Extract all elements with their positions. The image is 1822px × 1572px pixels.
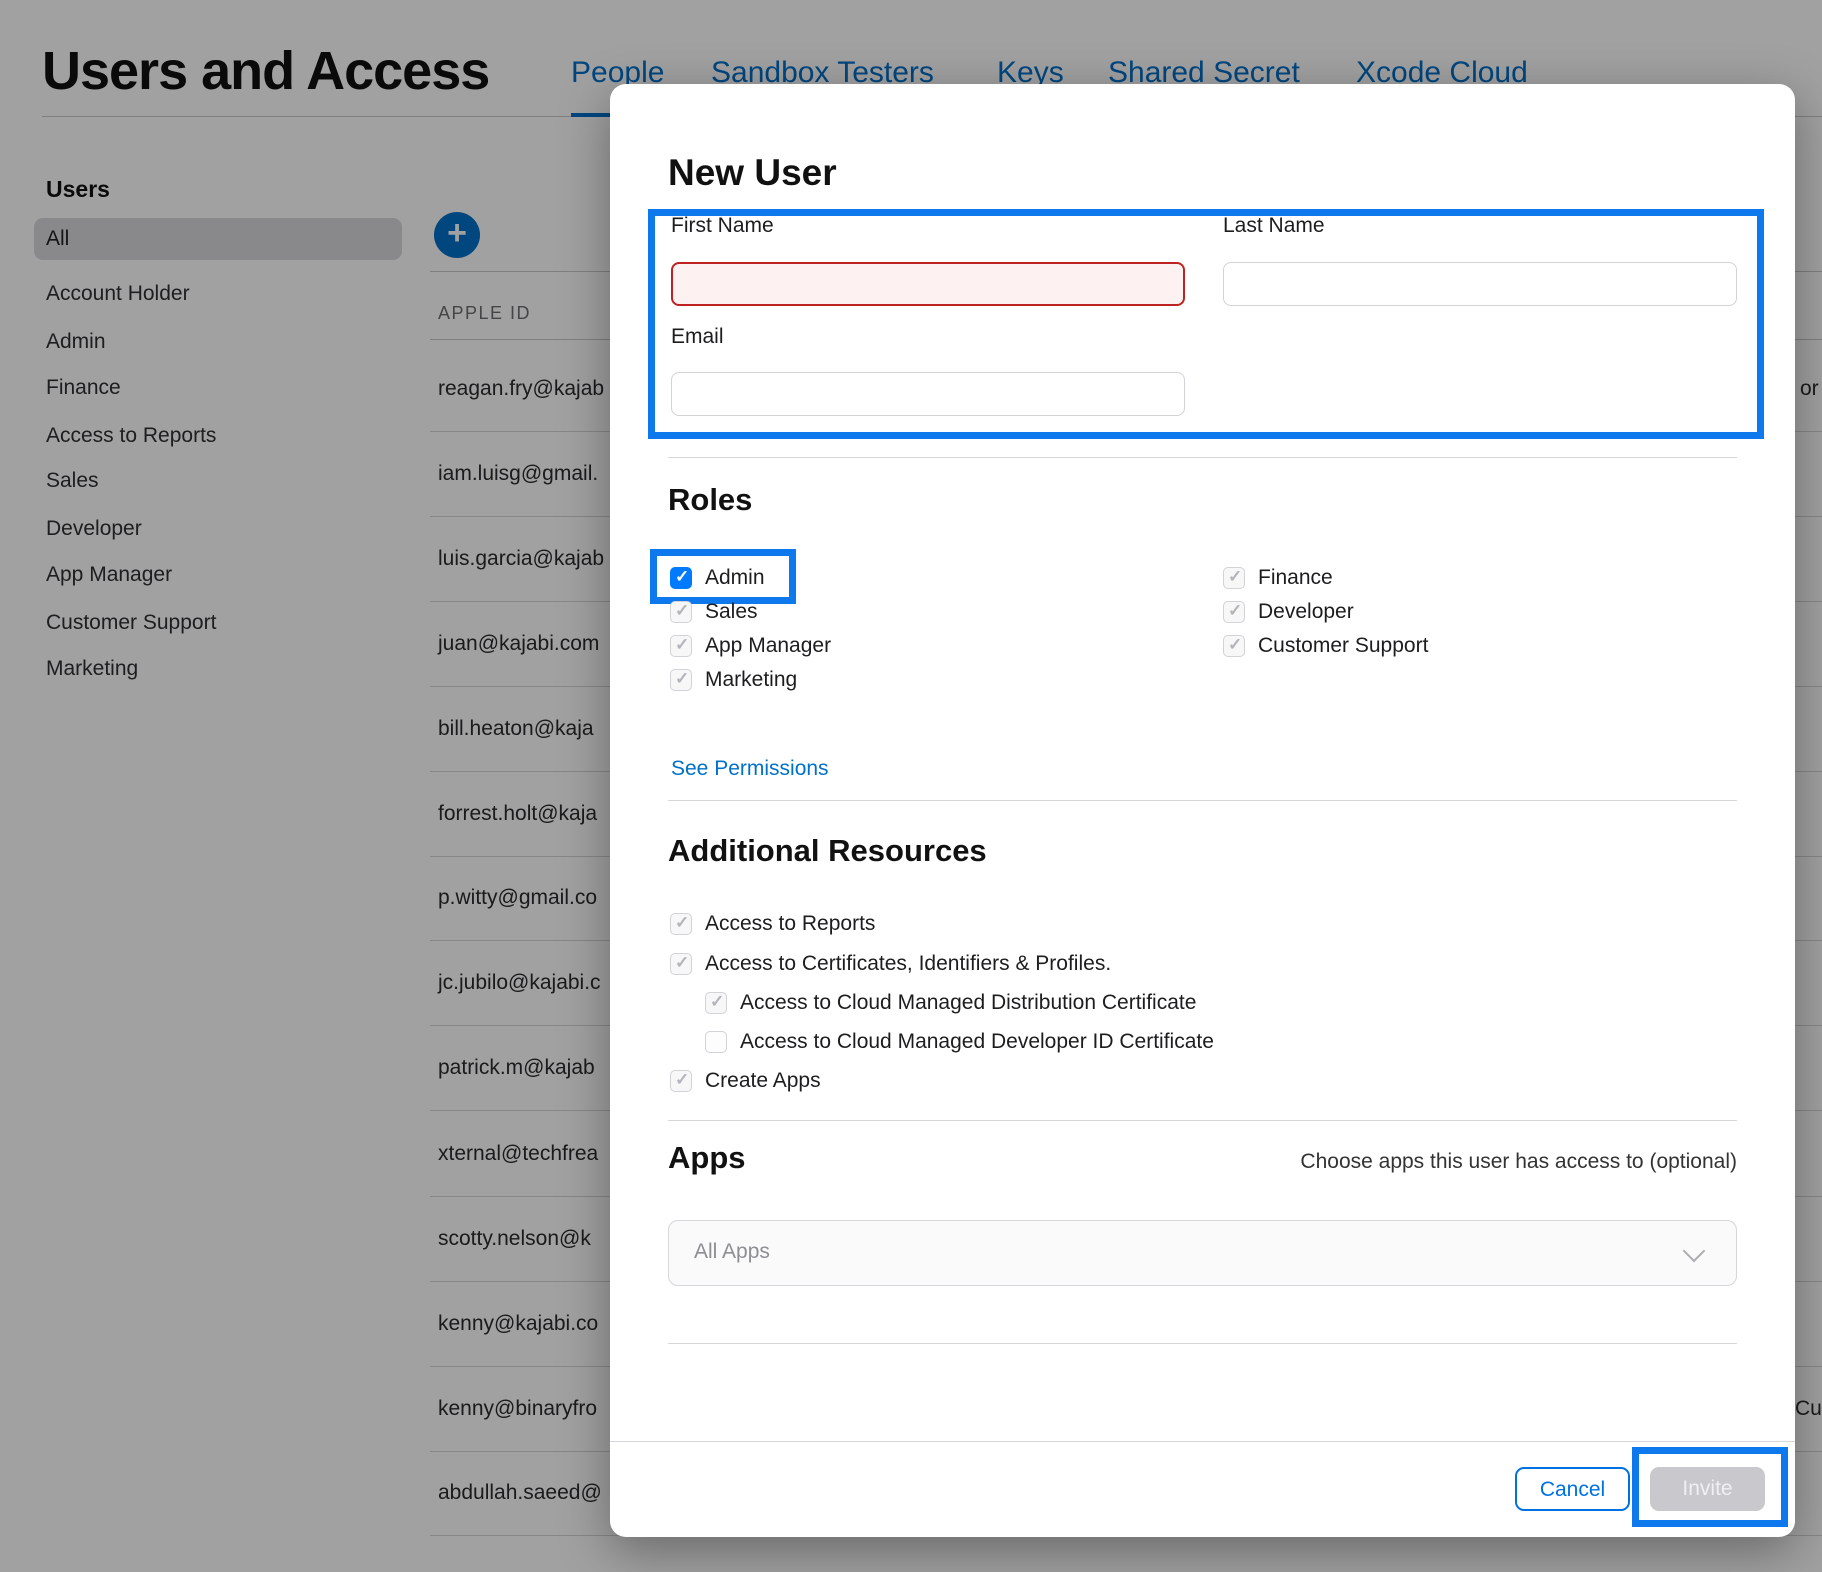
unchecked-checkbox-icon[interactable] <box>705 1031 727 1053</box>
implied-checkbox-icon[interactable] <box>1223 635 1245 657</box>
implied-checkbox-icon[interactable] <box>670 635 692 657</box>
section-divider <box>668 1120 1737 1121</box>
role-label: App Manager <box>705 634 831 658</box>
resource-label: Access to Cloud Managed Distribution Cer… <box>740 991 1196 1015</box>
additional-resources-section-title: Additional Resources <box>668 833 987 869</box>
implied-checkbox-icon[interactable] <box>670 913 692 935</box>
first-name-field[interactable] <box>671 262 1185 306</box>
footer-divider <box>610 1441 1795 1442</box>
section-divider <box>668 1343 1737 1344</box>
role-label: Finance <box>1258 566 1333 590</box>
section-divider <box>668 457 1737 458</box>
checked-checkbox-icon[interactable] <box>670 567 692 589</box>
role-label: Customer Support <box>1258 634 1428 658</box>
apps-select-value: All Apps <box>694 1240 770 1264</box>
new-user-dialog: New User First Name Last Name Email Role… <box>610 84 1795 1537</box>
chevron-down-icon <box>1683 1240 1706 1263</box>
resource-label: Access to Cloud Managed Developer ID Cer… <box>740 1030 1214 1054</box>
implied-checkbox-icon[interactable] <box>1223 567 1245 589</box>
role-label: Sales <box>705 600 758 624</box>
last-name-field[interactable] <box>1223 262 1737 306</box>
implied-checkbox-icon[interactable] <box>670 601 692 623</box>
apps-section-title: Apps <box>668 1140 746 1176</box>
invite-button[interactable]: Invite <box>1650 1467 1765 1511</box>
cancel-button[interactable]: Cancel <box>1515 1467 1630 1511</box>
last-name-label: Last Name <box>1223 214 1325 238</box>
role-label: Developer <box>1258 600 1354 624</box>
implied-checkbox-icon[interactable] <box>705 992 727 1014</box>
dialog-title: New User <box>668 152 837 194</box>
resource-label: Access to Reports <box>705 912 875 936</box>
apps-select[interactable]: All Apps <box>668 1220 1737 1286</box>
see-permissions-link[interactable]: See Permissions <box>671 757 829 781</box>
role-label: Admin <box>705 566 765 590</box>
email-label: Email <box>671 325 724 349</box>
implied-checkbox-icon[interactable] <box>670 1070 692 1092</box>
implied-checkbox-icon[interactable] <box>1223 601 1245 623</box>
section-divider <box>668 800 1737 801</box>
email-field[interactable] <box>671 372 1185 416</box>
implied-checkbox-icon[interactable] <box>670 953 692 975</box>
implied-checkbox-icon[interactable] <box>670 669 692 691</box>
roles-section-title: Roles <box>668 482 752 518</box>
apps-hint-text: Choose apps this user has access to (opt… <box>1300 1150 1737 1174</box>
resource-label: Create Apps <box>705 1069 821 1093</box>
role-label: Marketing <box>705 668 797 692</box>
resource-label: Access to Certificates, Identifiers & Pr… <box>705 952 1111 976</box>
first-name-label: First Name <box>671 214 774 238</box>
